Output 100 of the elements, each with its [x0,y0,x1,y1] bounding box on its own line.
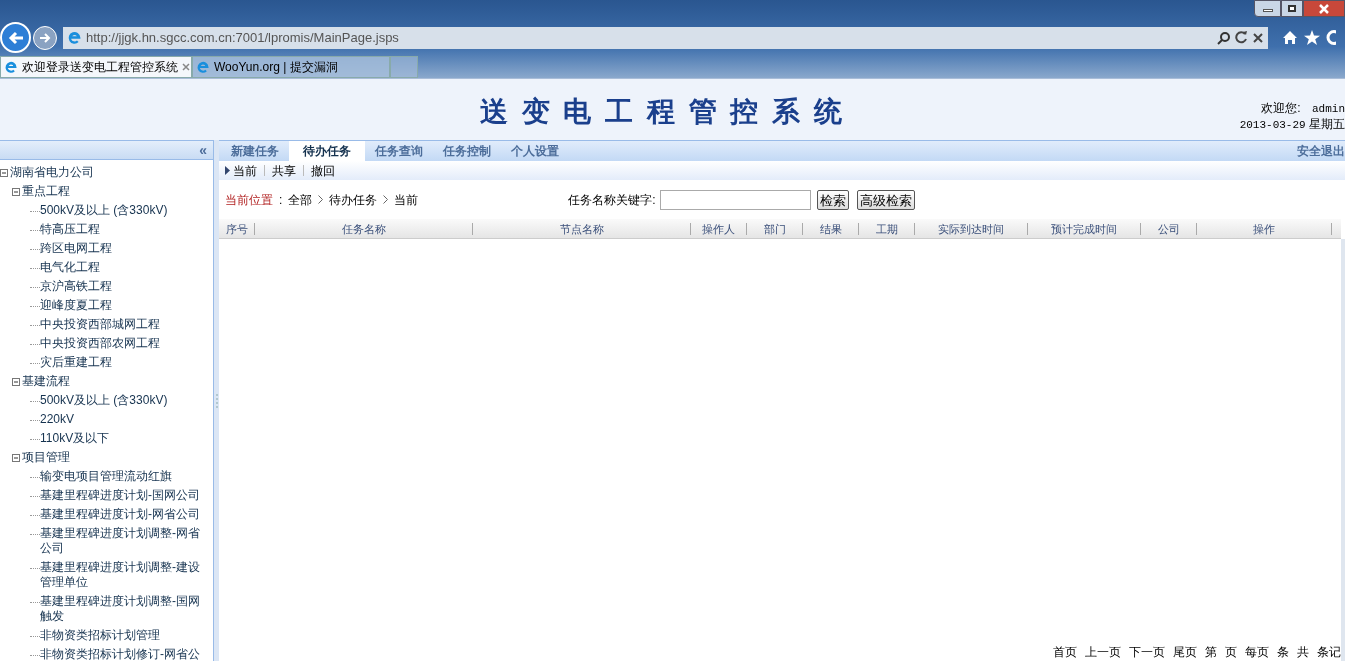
minimize-button[interactable] [1254,0,1281,17]
tree-toggle[interactable] [0,168,8,177]
welcome-label: 欢迎您: [1261,101,1301,115]
tree-item[interactable]: 500kV及以上 (含330kV) [40,392,205,408]
close-button[interactable] [1303,0,1345,17]
column-header: 预计完成时间 [1028,222,1141,235]
refresh-icon[interactable] [1235,31,1248,44]
sub-nav-tab[interactable]: 共享 [272,161,296,180]
tree-item[interactable]: 220kV [40,411,205,427]
tree-item[interactable]: 基建流程 [22,373,70,389]
close-icon[interactable] [1252,31,1264,44]
tree-item[interactable]: 中央投资西部城网工程 [40,316,205,332]
tree-item[interactable]: 基建里程碑进度计划-网省公司 [40,506,205,522]
close-tab-icon[interactable] [182,63,190,71]
logout-link[interactable]: 安全退出 [1297,142,1345,160]
column-header: 任务名称 [255,222,473,235]
tree-item[interactable]: 项目管理 [22,449,70,465]
tree-item[interactable]: 京沪高铁工程 [40,278,205,294]
nav-tab[interactable]: 任务查询 [365,141,433,161]
pager-link[interactable]: 上一页 [1085,643,1121,661]
user-name: admin [1312,103,1345,115]
separator-text: : [279,191,283,209]
tree-item[interactable]: 基建里程碑进度计划调整-建设管理单位 [40,559,205,590]
left-arrow-icon [7,30,24,45]
ie-icon [196,60,210,74]
column-header: 工期 [859,222,915,235]
minus-icon [1,169,7,176]
column-header: 部门 [747,222,803,235]
search-button[interactable]: 高级检索 [856,189,915,210]
star-icon[interactable] [1304,30,1320,45]
breadcrumb-item[interactable]: 当前 [394,190,419,209]
column-header: 操作人 [691,222,747,235]
search-icon[interactable] [1217,30,1231,45]
pager-link[interactable]: 条 [1277,643,1289,661]
tree-toggle[interactable] [12,453,20,462]
column-header: 结果 [803,222,859,235]
pager-link[interactable]: 尾页 [1173,643,1197,661]
nav-tab[interactable]: 新建任务 [221,141,289,161]
browser-tab[interactable]: 欢迎登录送变电工程管控系统 [0,56,192,78]
tab-title: WooYun.org | 提交漏洞 [214,59,339,76]
tree-item[interactable]: 输变电项目管理流动红旗 [40,468,205,484]
minus-icon [13,188,19,195]
home-icon[interactable] [1282,30,1298,45]
column-header: 实际到达时间 [915,222,1028,235]
keyword-input[interactable] [659,189,811,210]
column-header: 操作 [1197,222,1332,235]
tree-toggle[interactable] [12,187,20,196]
weekday-text: 星期五 [1309,117,1345,131]
address-bar[interactable]: http://jjgk.hn.sgcc.com.cn:7001/lpromis/MainPage.jsps [63,26,1268,49]
tree-item[interactable]: 500kV及以上 (含330kV) [40,202,205,218]
tree-item[interactable]: 湖南省电力公司 [10,164,94,180]
tree-item[interactable]: 非物资类招标计划管理 [40,627,205,643]
chevron-icon [318,195,324,204]
browser-tab[interactable]: WooYun.org | 提交漏洞 [192,56,390,78]
tree-item[interactable]: 基建里程碑进度计划-国网公司 [40,487,205,503]
chevron-icon [383,195,389,204]
tree-item[interactable]: 电气化工程 [40,259,205,275]
tree-item[interactable]: 非物资类招标计划修订-网省公 [40,646,205,661]
breadcrumb-label: 当前位置 [225,191,273,209]
tree-item[interactable]: 基建里程碑进度计划调整-国网触发 [40,593,205,624]
tree-item[interactable]: 迎峰度夏工程 [40,297,205,313]
search-button[interactable]: 检索 [816,189,849,210]
date-text: 2013-03-29 [1239,119,1306,131]
search-label: 任务名称关键字: [568,191,656,209]
sub-nav-tab[interactable]: 当前 [225,161,257,180]
restore-button[interactable] [1281,0,1303,17]
back-button[interactable] [0,22,31,53]
splitter-handle-icon[interactable] [215,393,218,408]
sub-nav-tab[interactable]: 撤回 [311,161,335,180]
tree-item[interactable]: 灾后重建工程 [40,354,205,370]
forward-button[interactable] [33,25,57,50]
nav-tab[interactable]: 任务控制 [433,141,501,161]
tree-item[interactable]: 中央投资西部农网工程 [40,335,205,351]
minus-icon [13,454,19,461]
column-header: 公司 [1141,222,1197,235]
collapse-button[interactable]: « [199,142,207,157]
tree-item[interactable]: 重点工程 [22,183,70,199]
minus-icon [13,378,19,385]
pager-link[interactable]: 条记 [1317,643,1341,661]
right-arrow-icon [39,32,51,43]
breadcrumb-item[interactable]: 待办任务 [329,190,378,209]
pager-link[interactable]: 下一页 [1129,643,1165,661]
pager-link[interactable]: 首页 [1053,643,1077,661]
breadcrumb-item[interactable]: 全部 [288,190,313,209]
pager-link[interactable]: 每页 [1245,643,1269,661]
tree-item[interactable]: 110kV及以下 [40,430,205,446]
triangle-icon [225,166,230,175]
nav-tab[interactable]: 待办任务 [289,141,365,161]
pager-link[interactable]: 共 [1297,643,1309,661]
pager-link[interactable]: 第 [1205,643,1217,661]
close-icon [1319,3,1329,14]
tree-toggle[interactable] [12,377,20,386]
tree-item[interactable]: 基建里程碑进度计划调整-网省公司 [40,525,205,556]
url-text: http://jjgk.hn.sgcc.com.cn:7001/lpromis/MainPage.jsps [86,28,400,47]
tree-item[interactable]: 跨区电网工程 [40,240,205,256]
nav-tab[interactable]: 个人设置 [501,141,569,161]
pager-link[interactable]: 页 [1225,643,1237,661]
tree-item[interactable]: 特高压工程 [40,221,205,237]
column-header: 序号 [219,222,255,235]
ie-icon [4,60,18,74]
